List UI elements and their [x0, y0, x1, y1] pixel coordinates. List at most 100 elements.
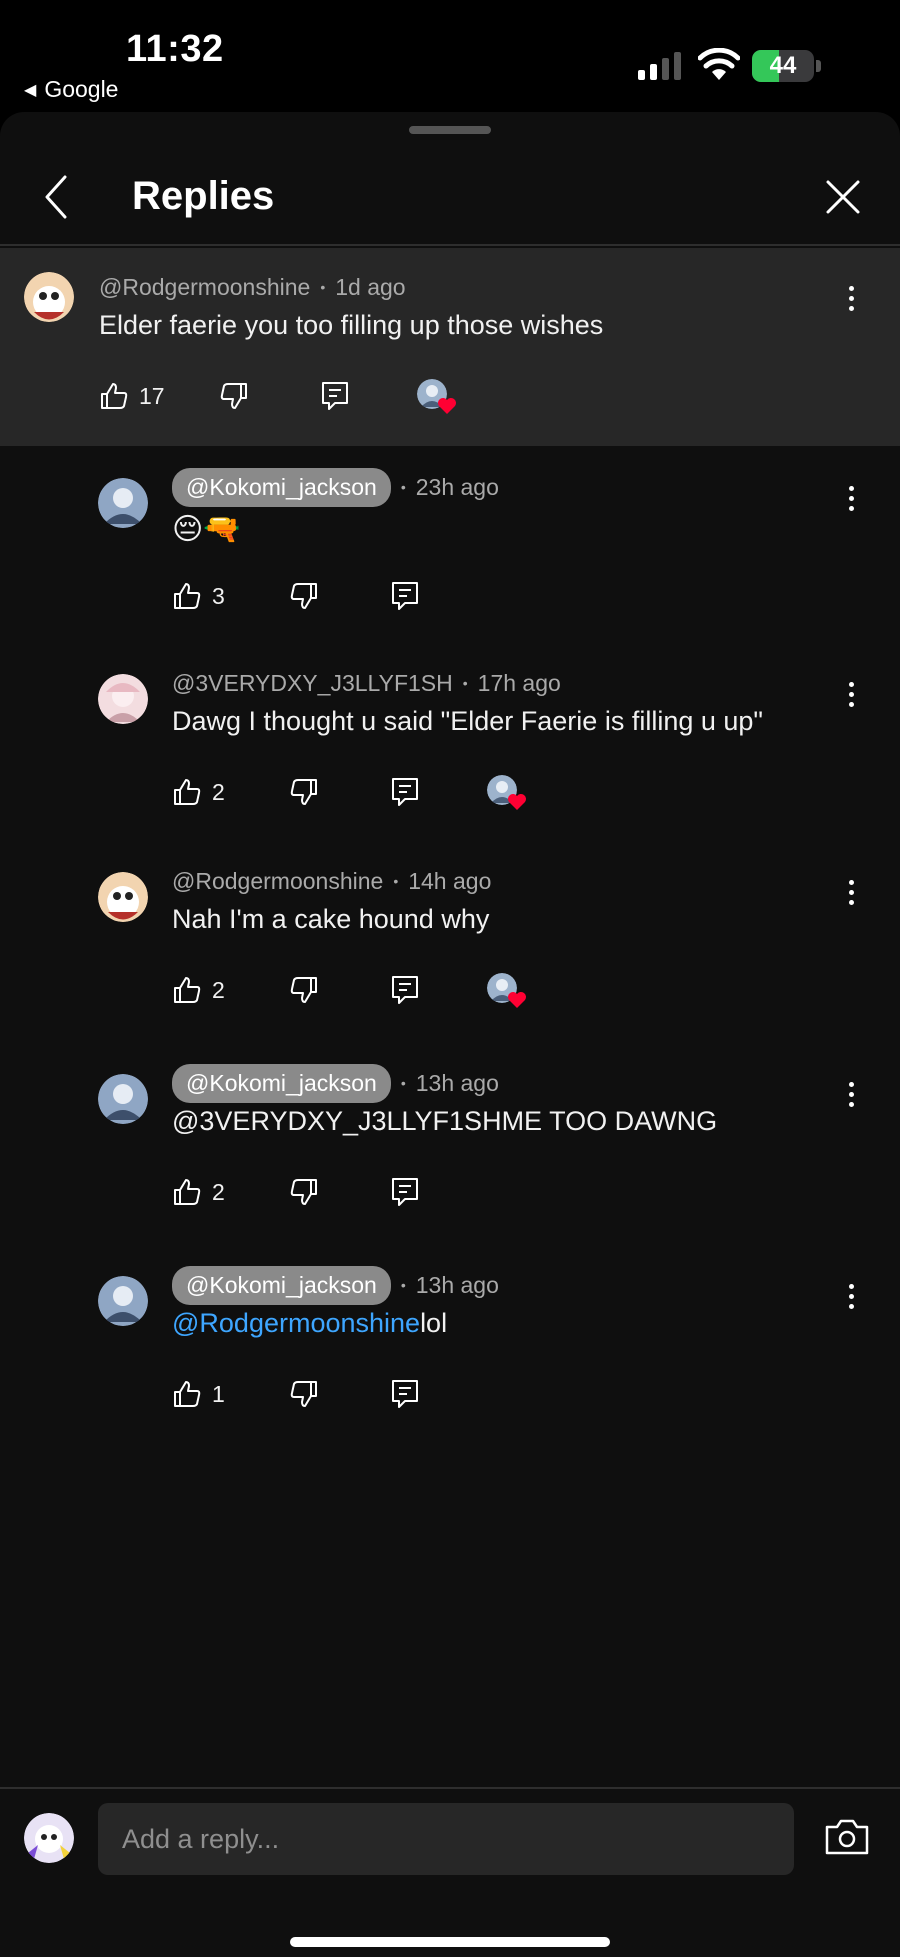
- comment-author[interactable]: @Rodgermoonshine: [99, 274, 310, 301]
- like-button[interactable]: 17: [99, 381, 165, 411]
- comment-author[interactable]: @Rodgermoonshine: [172, 868, 383, 895]
- more-options-button[interactable]: [836, 1074, 866, 1114]
- comment-text: @Rodgermoonshinelol: [172, 1308, 447, 1339]
- mention-link[interactable]: @Rodgermoonshine: [172, 1308, 420, 1338]
- comment-meta: @Kokomi_jackson • 23h ago: [172, 467, 499, 507]
- reply-comment: @3VERYDXY_J3LLYF1SH • 17h ago Dawg I tho…: [0, 644, 900, 842]
- camera-icon: [825, 1819, 869, 1855]
- separator-dot: •: [393, 873, 399, 889]
- back-button[interactable]: [34, 170, 78, 224]
- comment-text: Nah I'm a cake hound why: [172, 904, 490, 934]
- like-button[interactable]: 2: [172, 1177, 225, 1207]
- battery-percent: 44: [769, 52, 797, 79]
- reply-button[interactable]: [391, 1379, 419, 1409]
- dislike-icon: [290, 583, 317, 609]
- separator-dot: •: [400, 1277, 406, 1293]
- reply-icon: [391, 778, 418, 806]
- comment-actions: 1: [172, 1374, 419, 1414]
- creator-heart: [416, 379, 456, 414]
- comment-meta: @Rodgermoonshine • 14h ago: [172, 862, 491, 900]
- like-count: 3: [212, 582, 225, 609]
- comment-time: 13h ago: [415, 1271, 499, 1298]
- avatar[interactable]: [98, 1074, 148, 1124]
- comment-author[interactable]: @3VERYDXY_J3LLYF1SH: [172, 670, 453, 697]
- reply-icon: [391, 976, 418, 1004]
- camera-button[interactable]: [824, 1817, 870, 1857]
- creator-heart: [486, 973, 526, 1008]
- like-count: 2: [212, 976, 225, 1003]
- drag-handle[interactable]: [409, 126, 491, 134]
- comment-actions: 2: [172, 1172, 419, 1212]
- separator-dot: •: [320, 279, 326, 295]
- dislike-button[interactable]: [219, 381, 249, 411]
- more-options-button[interactable]: [836, 674, 866, 714]
- reply-icon: [321, 382, 348, 410]
- home-indicator: [290, 1937, 610, 1947]
- back-triangle-icon: ◀: [24, 81, 37, 99]
- dislike-button[interactable]: [289, 1379, 319, 1409]
- reply-comment: @Kokomi_jackson • 13h ago @Rodgermoonshi…: [0, 1244, 900, 1444]
- like-count: 1: [212, 1380, 225, 1407]
- like-button[interactable]: 1: [172, 1379, 225, 1409]
- more-options-button[interactable]: [836, 872, 866, 912]
- comment-meta: @3VERYDXY_J3LLYF1SH • 17h ago: [172, 664, 561, 702]
- more-options-button[interactable]: [836, 1276, 866, 1316]
- like-icon: [174, 1179, 201, 1205]
- heart-icon: [437, 398, 456, 414]
- close-icon: [826, 180, 860, 214]
- battery-tip: [816, 60, 821, 72]
- comment-text: Elder faerie you too filling up those wi…: [99, 310, 604, 340]
- page-title: Replies: [132, 174, 275, 218]
- sheet-header: Replies: [0, 112, 900, 246]
- like-button[interactable]: 2: [172, 777, 225, 807]
- user-avatar: [24, 1813, 74, 1863]
- close-button[interactable]: [818, 172, 868, 222]
- reply-button[interactable]: [321, 381, 349, 411]
- like-icon: [174, 977, 201, 1003]
- dislike-button[interactable]: [289, 777, 319, 807]
- like-button[interactable]: 2: [172, 975, 225, 1005]
- reply-button[interactable]: [391, 1177, 419, 1207]
- reply-bar: [0, 1787, 900, 1957]
- heart-icon: [507, 794, 526, 810]
- comment-author[interactable]: @Kokomi_jackson: [172, 1265, 391, 1305]
- reply-button[interactable]: [391, 581, 419, 611]
- comment-text: @3VERYDXY_J3LLYF1SHME TOO DAWNG: [172, 1106, 718, 1136]
- avatar[interactable]: [98, 478, 148, 528]
- dislike-button[interactable]: [289, 1177, 319, 1207]
- separator-dot: •: [400, 1075, 406, 1091]
- reply-input[interactable]: [98, 1803, 794, 1875]
- comment-author[interactable]: @Kokomi_jackson: [172, 467, 391, 507]
- comment-meta: @Kokomi_jackson • 13h ago: [172, 1265, 499, 1305]
- chevron-left-icon: [45, 175, 67, 219]
- replies-sheet: Replies @Rodgermoonshine • 1d ago Elder …: [0, 112, 900, 1957]
- like-button[interactable]: 3: [172, 581, 225, 611]
- separator-dot: •: [462, 675, 468, 691]
- avatar[interactable]: [98, 1276, 148, 1326]
- dislike-button[interactable]: [289, 975, 319, 1005]
- comment-actions: 3: [172, 576, 419, 616]
- more-options-button[interactable]: [836, 478, 866, 518]
- reply-button[interactable]: [391, 777, 419, 807]
- reply-comment: @Kokomi_jackson • 13h ago @3VERYDXY_J3LL…: [0, 1042, 900, 1244]
- comment-author[interactable]: @Kokomi_jackson: [172, 1063, 391, 1103]
- comment-text: 😔🔫: [172, 513, 241, 546]
- battery-indicator: 44: [752, 50, 814, 82]
- like-count: 2: [212, 1178, 225, 1205]
- avatar[interactable]: [24, 272, 74, 322]
- like-count: 2: [212, 778, 225, 805]
- wifi-icon: [698, 48, 740, 80]
- dislike-icon: [220, 383, 247, 409]
- dislike-icon: [290, 1381, 317, 1407]
- reply-icon: [391, 1178, 418, 1206]
- avatar[interactable]: [98, 674, 148, 724]
- more-options-button[interactable]: [836, 278, 866, 318]
- reply-comment: @Rodgermoonshine • 14h ago Nah I'm a cak…: [0, 842, 900, 1042]
- cellular-signal-icon: [638, 52, 681, 80]
- like-icon: [101, 383, 128, 409]
- dislike-button[interactable]: [289, 581, 319, 611]
- reply-button[interactable]: [391, 975, 419, 1005]
- avatar[interactable]: [98, 872, 148, 922]
- comment-text-body: lol: [420, 1308, 448, 1338]
- back-to-app-link[interactable]: ◀ Google: [24, 76, 118, 103]
